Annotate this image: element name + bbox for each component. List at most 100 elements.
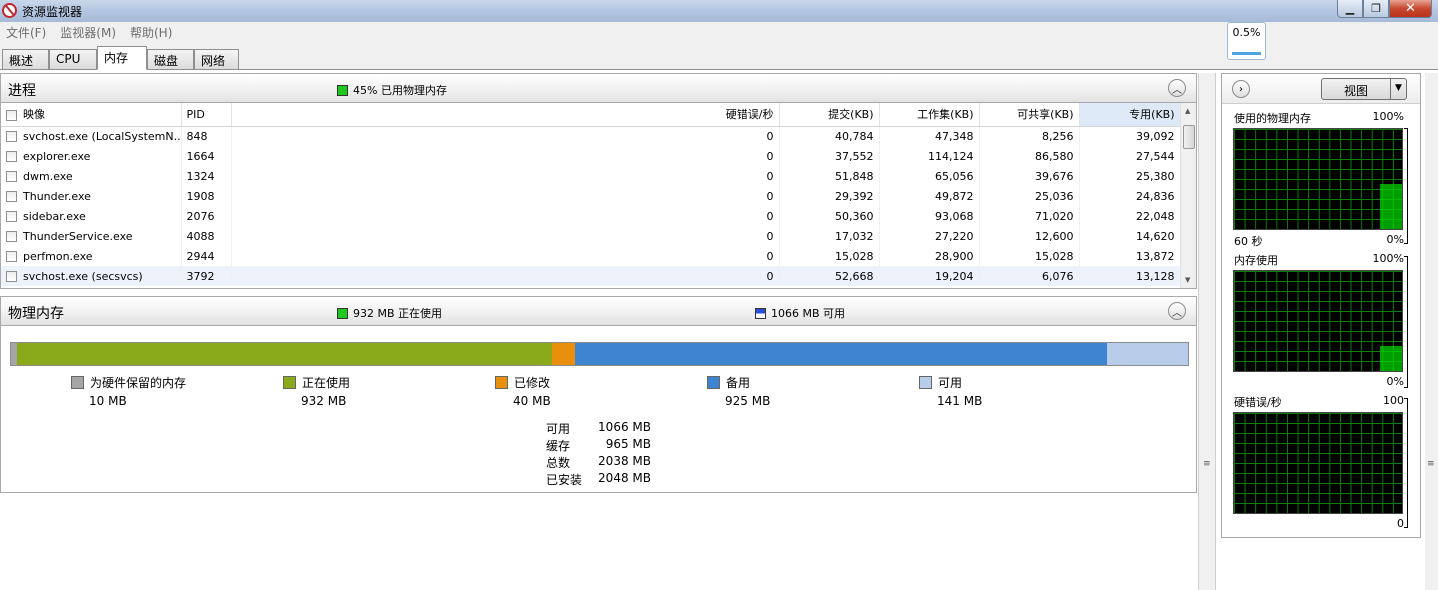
physical-memory-section-header[interactable]: 物理内存 932 MB 正在使用 1066 MB 可用 ︿	[0, 296, 1197, 326]
grip-icon[interactable]: ≡	[1427, 459, 1435, 469]
tab-memory[interactable]: 内存	[97, 46, 147, 70]
cell-commit: 15,028	[779, 246, 880, 266]
table-row[interactable]: svchost.exe (LocalSystemN... 848 0 40,78…	[1, 126, 1181, 146]
memory-summary: 可用 1066 MB 缓存 965 MB 总数 2038 MB 已安装 2048 MB	[546, 420, 651, 488]
scrollbar-thumb[interactable]	[1183, 125, 1195, 149]
cell-shareable: 86,580	[979, 146, 1080, 166]
tab-network[interactable]: 网络	[194, 49, 239, 70]
menu-monitor[interactable]: 监视器(M)	[60, 24, 116, 41]
summary-total: 总数 2038 MB	[546, 454, 651, 471]
collapse-processes-button[interactable]: ︿	[1168, 79, 1186, 97]
column-hard-faults[interactable]: 硬错误/秒	[231, 103, 780, 127]
row-checkbox[interactable]	[6, 211, 17, 222]
tab-overview[interactable]: 概述	[2, 49, 49, 70]
column-commit[interactable]: 提交(KB)	[779, 103, 880, 127]
panel-splitter[interactable]: ≡	[1198, 73, 1216, 590]
chevron-up-icon: ︿	[1172, 307, 1182, 319]
dropdown-arrow-icon: ▼	[1390, 79, 1406, 99]
memory-available-stat: 1066 MB 可用	[755, 305, 845, 321]
cell-private: 14,620	[1079, 226, 1181, 246]
cell-pid: 2944	[181, 246, 232, 266]
row-checkbox[interactable]	[6, 251, 17, 262]
expand-panel-button[interactable]: ›	[1232, 80, 1250, 98]
menu-file[interactable]: 文件(F)	[6, 24, 46, 41]
processes-section-header[interactable]: 进程 45% 已用物理内存 ︿	[0, 73, 1197, 103]
minimize-button[interactable]: ▁	[1337, 0, 1363, 18]
table-row[interactable]: dwm.exe 1324 0 51,848 65,056 39,676 25,3…	[1, 166, 1181, 186]
process-table-scrollbar[interactable]: ▲ ▼	[1180, 103, 1196, 288]
tab-cpu[interactable]: CPU	[49, 49, 97, 70]
cpu-usage-indicator: 0.5%	[1227, 22, 1266, 60]
cell-working-set: 49,872	[879, 186, 980, 206]
graph-time-label: 60 秒	[1234, 235, 1263, 248]
legend-label: 正在使用	[302, 376, 351, 390]
table-row[interactable]: svchost.exe (secsvcs) 3792 0 52,668 19,2…	[1, 266, 1181, 286]
graph-fill	[1380, 184, 1402, 229]
graph-grid	[1234, 129, 1402, 229]
row-checkbox[interactable]	[6, 171, 17, 182]
row-checkbox[interactable]	[6, 151, 17, 162]
column-shareable[interactable]: 可共享(KB)	[979, 103, 1080, 127]
column-working-set[interactable]: 工作集(KB)	[879, 103, 980, 127]
legend-value: 141 MB	[937, 394, 983, 408]
tab-disk[interactable]: 磁盘	[147, 49, 194, 70]
window-title: 资源监视器	[22, 5, 83, 19]
cell-image-text: perfmon.exe	[23, 249, 93, 263]
graph-scale-bracket	[1404, 256, 1408, 388]
grip-icon[interactable]: ≡	[1203, 459, 1211, 469]
menu-help[interactable]: 帮助(H)	[130, 24, 172, 41]
summary-key: 缓存	[546, 439, 571, 453]
table-row[interactable]: Thunder.exe 1908 0 29,392 49,872 25,036 …	[1, 186, 1181, 206]
legend-value: 40 MB	[513, 394, 551, 408]
graph-min-label: 0	[1397, 517, 1404, 530]
table-row[interactable]: perfmon.exe 2944 0 15,028 28,900 15,028 …	[1, 246, 1181, 266]
row-checkbox[interactable]	[6, 131, 17, 143]
column-image[interactable]: 映像	[1, 103, 182, 127]
window-controls: ▁ ❐ ✕	[1337, 0, 1432, 18]
column-image-label: 映像	[23, 108, 45, 122]
cell-working-set: 47,348	[879, 126, 980, 146]
chevron-up-icon: ︿	[1172, 84, 1182, 96]
legend-hardware-reserved: 为硬件保留的内存 10 MB	[71, 374, 186, 408]
cell-working-set: 93,068	[879, 206, 980, 226]
legend-value: 10 MB	[89, 394, 127, 408]
chevron-right-icon: ›	[1239, 83, 1243, 95]
cell-image-text: ThunderService.exe	[23, 229, 133, 243]
view-dropdown[interactable]: 视图 ▼	[1321, 78, 1407, 100]
cell-image: perfmon.exe	[1, 246, 182, 266]
table-row[interactable]: explorer.exe 1664 0 37,552 114,124 86,58…	[1, 146, 1181, 166]
memory-available-text: 1066 MB 可用	[771, 307, 846, 320]
memory-bar-segment	[16, 343, 553, 365]
collapse-memory-button[interactable]: ︿	[1168, 302, 1186, 320]
in-use-swatch	[337, 84, 348, 96]
scroll-up-arrow-icon[interactable]: ▲	[1185, 107, 1190, 115]
legend-value: 925 MB	[725, 394, 771, 408]
cell-pid: 3792	[181, 266, 232, 286]
column-private[interactable]: 专用(KB)	[1079, 103, 1181, 127]
maximize-button[interactable]: ❐	[1363, 0, 1389, 18]
cell-shareable: 15,028	[979, 246, 1080, 266]
table-row[interactable]: ThunderService.exe 4088 0 17,032 27,220 …	[1, 226, 1181, 246]
row-checkbox[interactable]	[6, 231, 17, 242]
scroll-down-arrow-icon[interactable]: ▼	[1185, 276, 1190, 284]
left-panel: 进程 45% 已用物理内存 ︿ 映像 PID 硬错误/秒 提交(KB) 工作集(…	[0, 73, 1198, 493]
cell-commit: 37,552	[779, 146, 880, 166]
cell-commit: 29,392	[779, 186, 880, 206]
cell-private: 24,836	[1079, 186, 1181, 206]
close-button[interactable]: ✕	[1389, 0, 1432, 18]
window-scrollbar[interactable]: ≡	[1425, 73, 1438, 590]
legend-label: 可用	[938, 376, 963, 390]
graph-fill	[1380, 346, 1402, 371]
column-pid[interactable]: PID	[181, 103, 232, 127]
summary-cached: 缓存 965 MB	[546, 437, 651, 454]
physical-memory-graph	[1233, 128, 1403, 230]
table-row[interactable]: sidebar.exe 2076 0 50,360 93,068 71,020 …	[1, 206, 1181, 226]
row-checkbox[interactable]	[6, 271, 17, 282]
cell-image: Thunder.exe	[1, 186, 182, 206]
row-checkbox[interactable]	[6, 191, 17, 202]
resource-monitor-icon	[2, 3, 17, 18]
select-all-checkbox[interactable]	[6, 109, 17, 121]
cell-shareable: 12,600	[979, 226, 1080, 246]
physical-memory-usage-text: 45% 已用物理内存	[353, 84, 447, 97]
cell-commit: 40,784	[779, 126, 880, 146]
